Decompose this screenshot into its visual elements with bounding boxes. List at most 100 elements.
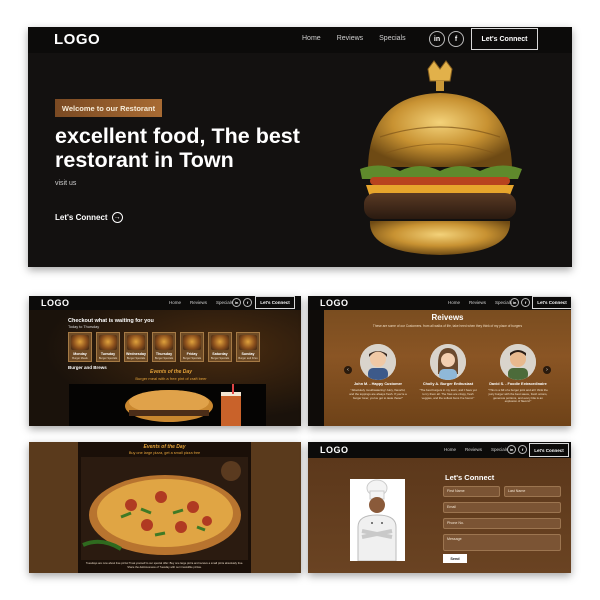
hero-connect-link[interactable]: Let's Connect →	[55, 212, 123, 223]
day-card-sunday[interactable]: Sunday Burger and Fries	[236, 332, 260, 362]
day-card-friday[interactable]: Friday Burger Specials	[180, 332, 204, 362]
contact-title: Let's Connect	[445, 473, 495, 482]
burger-and-beer-image	[69, 384, 266, 426]
top-navbar: LOGO Home Reviews Specials in f Let's Co…	[28, 27, 572, 53]
event-title: Events of the Day	[150, 369, 192, 375]
site-logo[interactable]: LOGO	[54, 31, 100, 48]
social-links: in f	[510, 298, 530, 307]
site-logo[interactable]: LOGO	[320, 298, 349, 308]
linkedin-icon[interactable]: in	[510, 298, 519, 307]
nav-home-link[interactable]: Home	[169, 300, 181, 305]
linkedin-icon[interactable]: in	[232, 298, 241, 307]
hero-cta-label: Let's Connect	[55, 213, 108, 222]
card-day: Saturday	[212, 352, 228, 356]
site-logo[interactable]: LOGO	[41, 298, 70, 308]
nav-home-link[interactable]: Home	[444, 447, 456, 452]
day-card-saturday[interactable]: Saturday Burger Specials	[208, 332, 232, 362]
review-text: "The best burgers in my town, and I have…	[419, 388, 477, 400]
burger-thumbnail	[239, 335, 257, 350]
review-card: David S. - Foodie Extraordinaire "This i…	[488, 344, 548, 404]
phone-field[interactable]: Phone No.	[443, 518, 561, 529]
social-links: in f	[507, 445, 527, 454]
card-desc: Burger Specials	[182, 357, 202, 360]
burger-thumbnail	[155, 335, 173, 350]
reviewer-avatar	[360, 344, 396, 380]
burger-thumbnail	[71, 335, 89, 350]
lets-connect-button[interactable]: Let's Connect	[532, 296, 571, 309]
event-title: Events of the Day	[143, 444, 186, 450]
hero-title: excellent food, The best restorant in To…	[55, 124, 300, 172]
card-desc: Burger Specials	[126, 357, 146, 360]
hero-section: LOGO Home Reviews Specials in f Let's Co…	[28, 27, 572, 267]
day-card-tuesday[interactable]: Tuesday Burger Specials	[96, 332, 120, 362]
linkedin-icon[interactable]: in	[429, 31, 445, 47]
welcome-badge: Welcome to our Restorant	[55, 99, 162, 117]
pizza-special-section: Events of the Day Buy one large pizza, g…	[29, 442, 301, 573]
burger-thumbnail	[127, 335, 145, 350]
nav-links: Home Reviews Specials	[302, 35, 406, 42]
burger-thumbnail	[211, 335, 229, 350]
card-desc: Burger Specials	[154, 357, 174, 360]
review-card: John M. - Happy Customer "Absolutely mou…	[348, 344, 408, 400]
day-card-wednesday[interactable]: Wednesday Burger Specials	[124, 332, 148, 362]
day-card-monday[interactable]: Monday Burger Meals	[68, 332, 92, 362]
reviews-navbar: LOGO Home Reviews Specials in f Let's Co…	[308, 296, 571, 310]
first-name-field[interactable]: First Name	[443, 486, 500, 497]
hero-subtitle: visit us	[55, 180, 77, 187]
linkedin-icon[interactable]: in	[507, 445, 516, 454]
reviews-title: Reivews	[431, 313, 464, 322]
facebook-icon[interactable]: f	[518, 445, 527, 454]
chef-image	[350, 479, 405, 562]
card-desc: Burger Specials	[210, 357, 230, 360]
card-desc: Burger and Fries	[238, 357, 258, 360]
lets-connect-button[interactable]: Let's Connect	[255, 296, 295, 309]
nav-reviews-link[interactable]: Reviews	[469, 300, 486, 305]
nav-specials-link[interactable]: Specials	[491, 447, 508, 452]
site-logo[interactable]: LOGO	[320, 445, 349, 455]
email-field[interactable]: Email	[443, 502, 561, 513]
event-subtitle: Burger meal with a free pint of craft be…	[135, 376, 207, 381]
facebook-icon[interactable]: f	[448, 31, 464, 47]
social-links: in f	[232, 298, 252, 307]
reviewer-name: Cholly A. Burger Enthusiast	[422, 382, 474, 386]
nav-reviews-link[interactable]: Reviews	[337, 35, 363, 42]
send-button[interactable]: Send	[443, 554, 467, 563]
card-desc: Burger Meals	[72, 357, 88, 360]
reviewer-name: David S. - Foodie Extraordinaire	[489, 382, 547, 386]
nav-links: Home Reviews Specials	[169, 300, 233, 305]
facebook-icon[interactable]: f	[521, 298, 530, 307]
menu-days-range: Today to Thursday	[68, 325, 100, 329]
nav-specials-link[interactable]: Specials	[216, 300, 233, 305]
last-name-field[interactable]: Last Name	[504, 486, 561, 497]
card-day: Wednesday	[126, 352, 146, 356]
burger-thumbnail	[99, 335, 117, 350]
nav-reviews-link[interactable]: Reviews	[190, 300, 207, 305]
card-day: Sunday	[241, 352, 255, 356]
contact-section: LOGO Home Reviews Specials in f Let's Co…	[308, 442, 571, 573]
facebook-icon[interactable]: f	[243, 298, 252, 307]
review-text: "Absolutely mouthwatering! Juicy, flavor…	[349, 388, 407, 400]
card-day: Thursday	[155, 352, 173, 356]
burger-thumbnail	[183, 335, 201, 350]
reviewer-avatar	[500, 344, 536, 380]
day-card-thursday[interactable]: Thursday Burger Specials	[152, 332, 176, 362]
contact-navbar: LOGO Home Reviews Specials in f Let's Co…	[308, 442, 571, 458]
arrow-right-icon: →	[111, 212, 123, 223]
lets-connect-button[interactable]: Let's Connect	[529, 443, 569, 457]
event-subtitle: Buy one large pizza, get a small pizza f…	[128, 451, 201, 455]
nav-home-link[interactable]: Home	[448, 300, 460, 305]
review-text: "This is a bill of a burger joint and al…	[488, 388, 548, 404]
nav-specials-link[interactable]: Specials	[379, 35, 405, 42]
card-day: Monday	[73, 352, 87, 356]
review-card: Cholly A. Burger Enthusiast "The best bu…	[418, 344, 478, 400]
menu-navbar: LOGO Home Reviews Specials in f Let's Co…	[29, 296, 301, 310]
nav-reviews-link[interactable]: Reviews	[465, 447, 482, 452]
lets-connect-button[interactable]: Let's Connect	[471, 28, 538, 50]
golden-burger-image	[360, 60, 522, 255]
nav-home-link[interactable]: Home	[302, 35, 321, 42]
nav-links: Home Reviews Specials	[448, 300, 512, 305]
message-field[interactable]: Message	[443, 534, 561, 551]
nav-links: Home Reviews Specials	[444, 447, 508, 452]
reviewer-name: John M. - Happy Customer	[353, 382, 403, 386]
card-desc: Burger Specials	[98, 357, 118, 360]
